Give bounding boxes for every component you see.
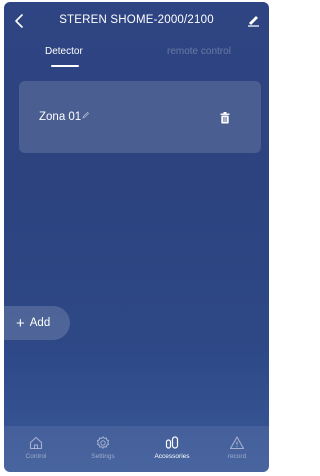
chevron-left-icon[interactable] [13, 13, 25, 29]
nav-item-record[interactable]: record [205, 426, 269, 472]
nav-label-record: record [227, 453, 247, 460]
tab-remote-control[interactable]: remote control [167, 46, 231, 57]
tab-detector[interactable]: Detector [45, 46, 83, 57]
gear-icon [95, 435, 111, 451]
zone-name-label: Zona 01 [39, 111, 82, 123]
app-screen: STEREN SHOME-2000/2100 Detector remote c… [4, 2, 269, 472]
zone-name[interactable]: Zona 01 [39, 110, 90, 123]
nav-item-accessories[interactable]: Accessories [140, 426, 204, 472]
add-button[interactable]: + Add [4, 306, 70, 340]
pencil-icon[interactable] [245, 12, 261, 28]
trash-icon[interactable] [220, 111, 230, 124]
header: STEREN SHOME-2000/2100 [4, 2, 269, 42]
accessories-icon [164, 435, 180, 451]
nav-label-accessories: Accessories [154, 453, 190, 460]
page-title: STEREN SHOME-2000/2100 [59, 14, 214, 26]
nav-item-settings[interactable]: Settings [71, 426, 135, 472]
nav-label-settings: Settings [91, 453, 115, 460]
add-button-label: Add [29, 317, 51, 329]
pencil-icon[interactable] [82, 110, 90, 119]
zone-card[interactable]: Zona 01 [19, 81, 261, 153]
active-tab-indicator [51, 65, 79, 67]
home-icon [28, 435, 44, 451]
nav-label-control: Control [25, 453, 47, 460]
nav-item-control[interactable]: Control [4, 426, 68, 472]
tab-bar: Detector remote control [4, 42, 269, 68]
bottom-nav: Control Settings Accessories record [4, 426, 269, 472]
plus-icon: + [16, 314, 25, 332]
warning-icon [229, 435, 245, 451]
